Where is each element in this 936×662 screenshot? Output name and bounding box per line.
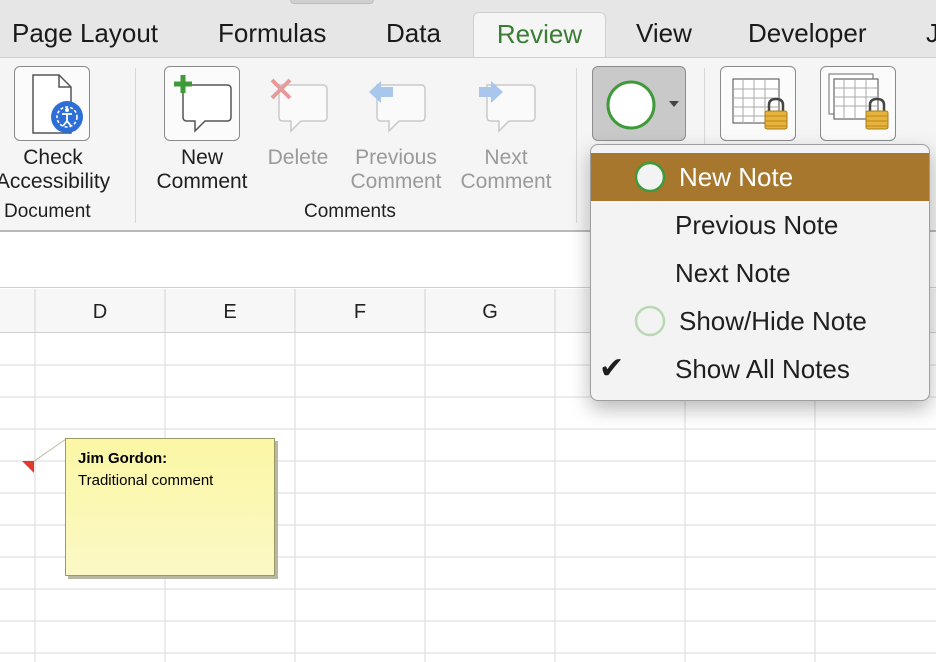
column-header-f[interactable]: F [295, 289, 425, 333]
tab-page-layout[interactable]: Page Layout [12, 12, 158, 58]
protect-sheet-button[interactable] [720, 66, 796, 141]
new-comment-label-1: New [180, 146, 223, 169]
tab-review[interactable]: Review [473, 12, 606, 58]
tab-data[interactable]: Data [386, 12, 441, 58]
delete-comment-label: Delete [267, 146, 329, 169]
next-comment-label-2: Comment [460, 170, 552, 193]
menu-item-new-note[interactable]: New Note [591, 153, 929, 201]
group-separator [135, 68, 136, 223]
notes-menu-button[interactable] [592, 66, 686, 141]
delete-comment-button[interactable] [260, 66, 336, 141]
menu-item-label: New Note [679, 162, 794, 192]
ribbon-tab-bar: Page Layout Formulas Data Review View De… [0, 0, 936, 58]
new-comment-icon [174, 75, 232, 133]
new-comment-label-2: Comment [156, 170, 248, 193]
check-accessibility-label-2: Accessibility [0, 170, 111, 193]
group-separator [576, 68, 577, 223]
previous-comment-button[interactable] [358, 66, 434, 141]
menu-item-label: Next Note [675, 258, 791, 288]
previous-comment-label-2: Comment [350, 170, 442, 193]
comment-note[interactable]: Jim Gordon: Traditional comment [65, 438, 275, 576]
comments-group-label: Comments [304, 201, 396, 222]
tab-developer[interactable]: Developer [748, 12, 867, 58]
menu-item-label: Previous Note [675, 210, 839, 240]
document-group-label: Document [4, 201, 91, 222]
accessibility-icon [32, 74, 83, 134]
delete-comment-icon [270, 78, 328, 133]
menu-item-next-note[interactable]: Next Note [591, 249, 929, 297]
next-comment-icon [479, 81, 536, 133]
next-comment-button[interactable] [468, 66, 544, 141]
tab-formulas[interactable]: Formulas [218, 12, 326, 58]
menu-item-label: Show All Notes [675, 354, 850, 384]
chevron-down-icon[interactable] [593, 67, 687, 142]
column-header-d[interactable]: D [35, 289, 165, 333]
check-accessibility-button[interactable] [14, 66, 90, 141]
menu-item-show-all-notes[interactable]: ✔ Show All Notes [591, 345, 929, 393]
menu-item-previous-note[interactable]: Previous Note [591, 201, 929, 249]
menu-item-label: Show/Hide Note [679, 306, 867, 336]
comment-indicator[interactable] [22, 461, 34, 473]
note-circle-icon [634, 161, 666, 193]
tab-view[interactable]: View [636, 12, 692, 58]
checkmark-icon: ✔ [599, 352, 625, 385]
previous-comment-icon [369, 81, 426, 133]
previous-comment-label-1: Previous [355, 146, 437, 169]
notes-dropdown-menu: New Note Previous Note Next Note Show/Hi… [590, 144, 930, 401]
note-circle-icon [634, 305, 666, 337]
protect-workbook-icon [828, 73, 889, 130]
column-header-e[interactable]: E [165, 289, 295, 333]
menu-item-show-hide-note[interactable]: Show/Hide Note [591, 297, 929, 345]
new-comment-button[interactable] [164, 66, 240, 141]
next-comment-label-1: Next [484, 146, 528, 169]
comment-text: Traditional comment [78, 472, 214, 489]
protect-workbook-button[interactable] [820, 66, 896, 141]
comment-author: Jim Gordon: [78, 450, 168, 467]
window-grip [290, 0, 374, 4]
tab-overflow[interactable]: J [926, 12, 936, 58]
protect-sheet-icon [732, 78, 788, 130]
column-header-g[interactable]: G [425, 289, 555, 333]
check-accessibility-label-1: Check [23, 146, 83, 169]
